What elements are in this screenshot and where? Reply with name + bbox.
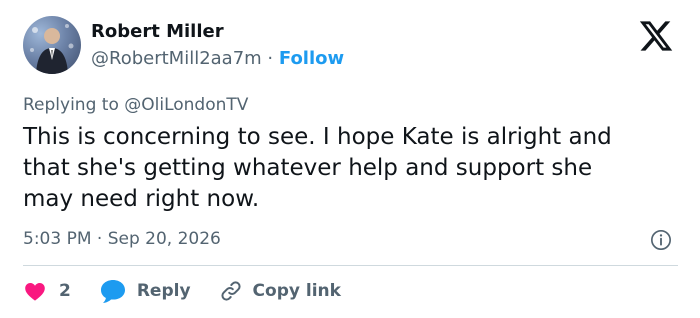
divider [23,265,678,266]
separator: · [261,48,279,69]
reply-label: Reply [136,281,191,301]
action-bar: 2 Reply Copy link [23,276,341,306]
tweet-text: This is concerning to see. I hope Kate i… [23,124,612,212]
follow-button[interactable]: Follow [279,48,344,69]
replying-to: Replying to @OliLondonTV [23,94,248,116]
handle-line: @RobertMill2aa7m · Follow [91,48,344,70]
copy-link-button[interactable]: Copy link [219,279,341,303]
speech-bubble-icon [100,280,125,303]
tweet-card: Robert Miller @RobertMill2aa7m · Follow … [0,0,700,318]
info-icon[interactable] [650,229,672,251]
heart-icon [25,283,45,301]
x-logo-icon[interactable] [636,18,676,54]
replying-mention[interactable]: @OliLondonTV [124,95,248,115]
replying-prefix: Replying to [23,95,125,115]
like-count: 2 [59,281,71,301]
author-name[interactable]: Robert Miller [91,21,224,43]
reply-button[interactable]: Reply [99,278,191,304]
avatar-photo [30,24,74,74]
like-button[interactable]: 2 [23,279,71,303]
avatar[interactable] [23,16,81,74]
timestamp[interactable]: 5:03 PM · Sep 20, 2026 [23,228,221,250]
link-icon [220,281,241,301]
copy-link-label: Copy link [252,281,341,301]
author-handle[interactable]: @RobertMill2aa7m [91,48,262,69]
